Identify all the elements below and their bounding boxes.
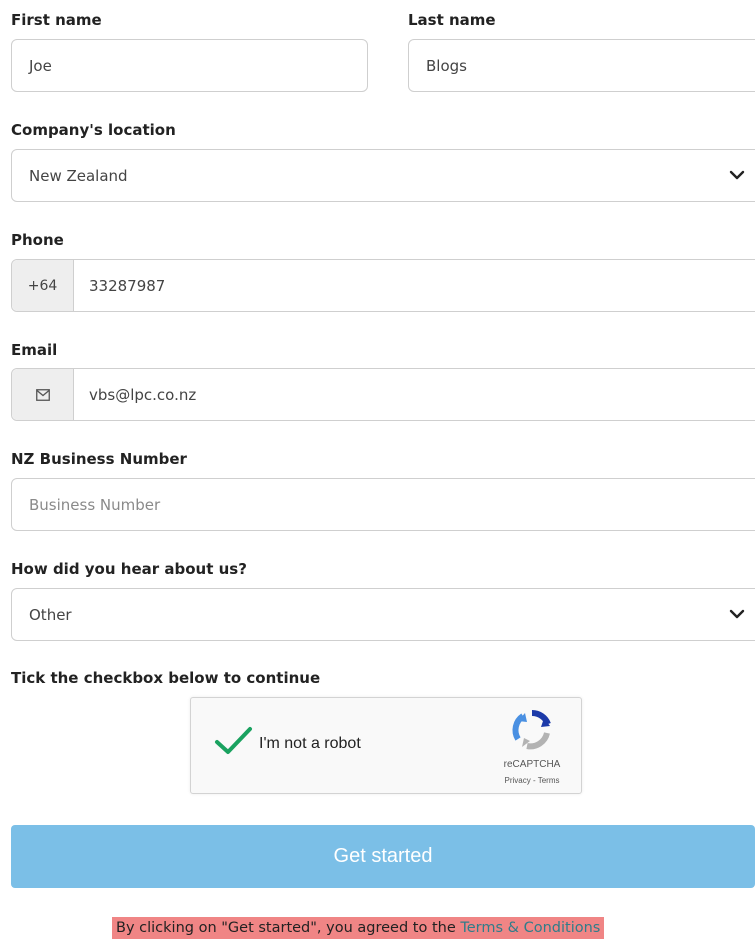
phone-label: Phone: [11, 231, 64, 249]
chevron-down-icon: [729, 609, 745, 619]
location-select[interactable]: New Zealand: [11, 149, 755, 202]
phone-input[interactable]: +64 33287987: [11, 259, 755, 312]
phone-value: 33287987: [89, 276, 166, 295]
recaptcha-logo-icon: [512, 709, 551, 750]
terms-text: By clicking on "Get started", you agreed…: [116, 920, 461, 936]
captcha-brand: reCAPTCHA: [503, 759, 561, 770]
get-started-button[interactable]: Get started: [11, 825, 755, 888]
first-name-value: Joe: [29, 56, 52, 75]
captcha-label: Tick the checkbox below to continue: [11, 669, 321, 687]
business-number-placeholder: Business Number: [29, 495, 161, 514]
email-input[interactable]: vbs@lpc.co.nz: [11, 368, 755, 421]
email-label: Email: [11, 341, 58, 359]
heard-value: Other: [29, 605, 72, 624]
captcha-text: I'm not a robot: [259, 735, 361, 752]
envelope-icon: [35, 388, 50, 401]
captcha-links[interactable]: Privacy - Terms: [491, 776, 573, 785]
terms-notice: By clicking on "Get started", you agreed…: [112, 917, 605, 939]
heard-label: How did you hear about us?: [11, 560, 247, 578]
location-value: New Zealand: [29, 166, 128, 185]
last-name-value: Blogs: [426, 56, 467, 75]
heard-select[interactable]: Other: [11, 588, 755, 641]
location-label: Company's location: [11, 121, 176, 139]
email-addon: [12, 369, 74, 420]
recaptcha-widget[interactable]: I'm not a robot reCAPTCHA Privacy - Term…: [190, 697, 582, 794]
last-name-label: Last name: [408, 11, 496, 29]
first-name-label: First name: [11, 11, 102, 29]
business-number-label: NZ Business Number: [11, 450, 187, 468]
checkmark-icon[interactable]: [213, 725, 253, 757]
chevron-down-icon: [729, 170, 745, 180]
business-number-input[interactable]: Business Number: [11, 478, 755, 531]
phone-prefix: +64: [12, 260, 74, 311]
first-name-input[interactable]: Joe: [11, 39, 368, 92]
terms-link[interactable]: Terms & Conditions: [460, 920, 600, 936]
email-value: vbs@lpc.co.nz: [89, 385, 197, 404]
last-name-input[interactable]: Blogs: [408, 39, 755, 92]
